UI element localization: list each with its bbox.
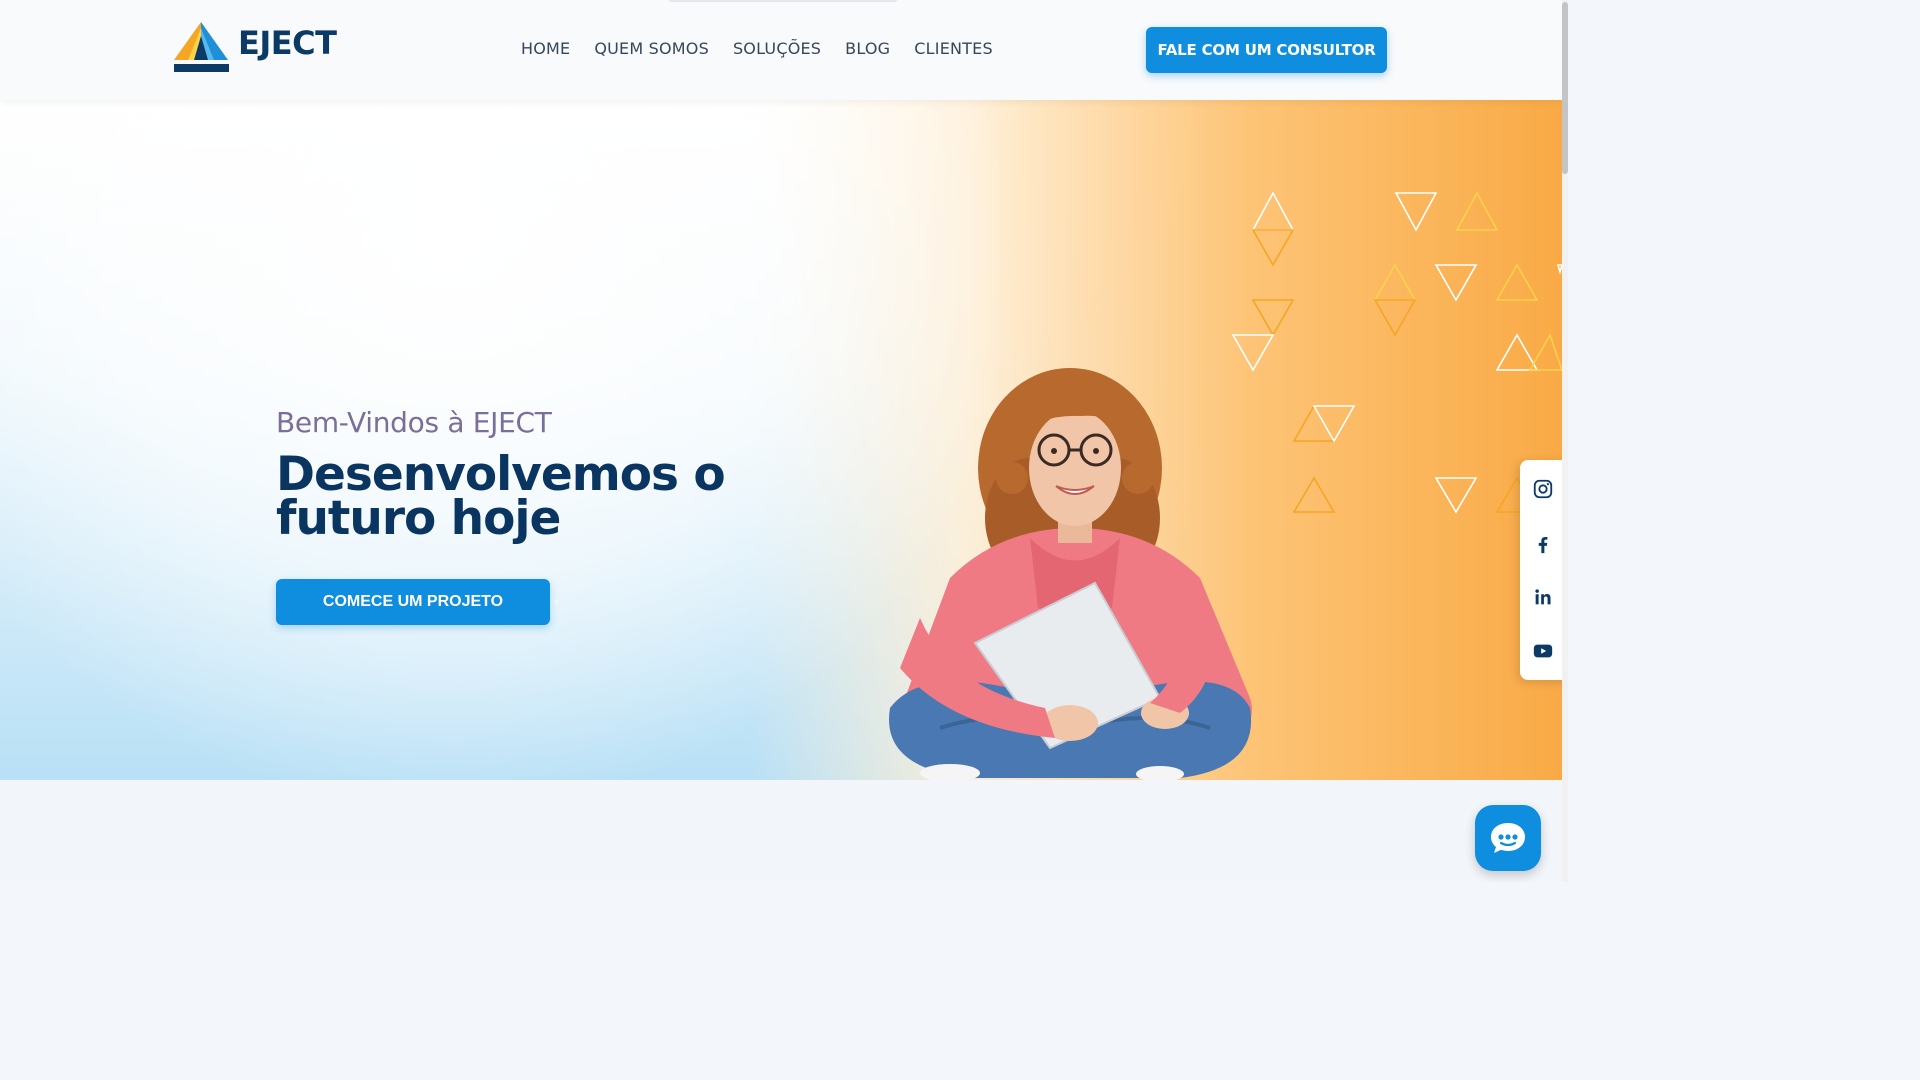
nav-item-quem-somos[interactable]: QUEM SOMOS xyxy=(594,39,709,58)
hero-section: Bem-Vindos à EJECT Desenvolvemos o futur… xyxy=(0,100,1562,780)
page: EJECT HOME QUEM SOMOS SOLUÇÕES BLOG CLIE… xyxy=(0,0,1568,882)
chat-bubble-icon xyxy=(1491,823,1525,853)
nav-item-blog[interactable]: BLOG xyxy=(845,39,890,58)
next-section xyxy=(0,780,1562,882)
main-nav: HOME QUEM SOMOS SOLUÇÕES BLOG CLIENTES xyxy=(521,39,993,58)
facebook-icon xyxy=(1538,536,1548,554)
brand-logo[interactable]: EJECT xyxy=(174,22,337,74)
nav-item-clientes[interactable]: CLIENTES xyxy=(914,39,993,58)
chevron-right-icon: › xyxy=(554,595,559,609)
hero-person-image xyxy=(889,368,1252,780)
chat-button[interactable] xyxy=(1475,805,1541,871)
decorative-triangles xyxy=(1231,191,1562,514)
instagram-link[interactable] xyxy=(1530,476,1556,502)
linkedin-link[interactable] xyxy=(1530,584,1556,610)
linkedin-icon xyxy=(1535,589,1551,605)
hero-content: Bem-Vindos à EJECT Desenvolvemos o futur… xyxy=(276,406,736,625)
hero-greeting: Bem-Vindos à EJECT xyxy=(276,406,552,439)
page-scrollbar-thumb[interactable] xyxy=(1562,2,1568,174)
nav-item-solucoes[interactable]: SOLUÇÕES xyxy=(733,39,821,58)
youtube-icon xyxy=(1533,644,1553,658)
social-links-bar xyxy=(1520,460,1568,680)
hero-title: Desenvolvemos o futuro hoje xyxy=(276,447,726,546)
start-project-button[interactable]: COMECE UM PROJETO xyxy=(276,579,550,625)
top-tab-indicator xyxy=(668,0,898,2)
facebook-link[interactable] xyxy=(1530,531,1556,557)
brand-name: EJECT xyxy=(238,24,337,62)
youtube-link[interactable] xyxy=(1530,638,1556,664)
logo-triangle-icon xyxy=(174,22,229,72)
instagram-icon xyxy=(1533,479,1553,499)
site-header: EJECT HOME QUEM SOMOS SOLUÇÕES BLOG CLIE… xyxy=(0,0,1562,100)
talk-to-consultant-button[interactable]: FALE COM UM CONSULTOR xyxy=(1146,27,1387,73)
nav-item-home[interactable]: HOME xyxy=(521,39,570,58)
